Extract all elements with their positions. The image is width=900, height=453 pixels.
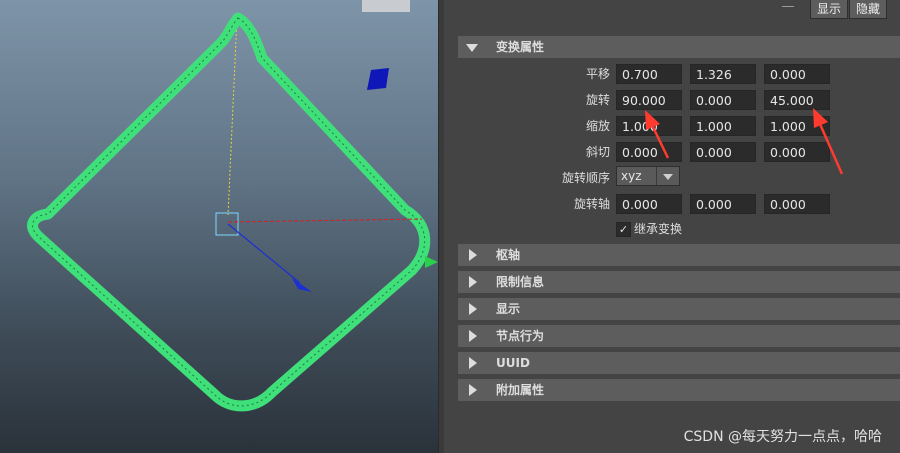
rotate-z-field[interactable]: 45.000 — [764, 90, 830, 110]
x-axis-line — [227, 218, 423, 223]
z-axis-arrow-icon[interactable] — [292, 278, 312, 292]
watermark: CSDN @每天努力一点点，哈哈 — [683, 429, 882, 445]
expand-triangle-icon — [469, 249, 477, 261]
viewport-scene — [27, 0, 438, 412]
y-axis-arrow-icon[interactable] — [425, 256, 438, 268]
expand-triangle-icon — [469, 357, 477, 369]
section-uuid[interactable]: UUID — [458, 352, 900, 374]
show-button[interactable]: 显示 — [810, 0, 848, 19]
scale-label: 缩放 — [585, 119, 610, 133]
dropdown-arrow-box[interactable] — [656, 167, 679, 185]
chevron-down-icon — [663, 174, 673, 180]
section-display-label: 显示 — [496, 302, 521, 316]
rotate-y-field[interactable]: 0.000 — [690, 90, 756, 110]
expand-triangle-icon — [469, 330, 477, 342]
section-limit-info-label: 限制信息 — [496, 275, 545, 289]
section-node-behavior-label: 节点行为 — [496, 329, 545, 343]
wireframe-curve-inner — [32, 17, 426, 407]
rotate-label: 旋转 — [585, 93, 610, 107]
rotate-x-field[interactable]: 90.000 — [616, 90, 682, 110]
z-axis-line — [227, 223, 301, 284]
rotate-order-label: 旋转顺序 — [561, 171, 610, 185]
rotate-axis-label: 旋转轴 — [573, 197, 610, 211]
section-node-behavior[interactable]: 节点行为 — [458, 325, 900, 347]
rotate-order-value: xyz — [621, 169, 642, 183]
viewport-3d[interactable] — [0, 0, 438, 453]
hide-button[interactable]: 隐藏 — [849, 0, 887, 19]
section-limit-info[interactable]: 限制信息 — [458, 271, 900, 293]
expand-triangle-icon — [469, 384, 477, 396]
section-transform[interactable]: 变换属性 — [458, 36, 900, 58]
rotate-axis-x-field[interactable]: 0.000 — [616, 194, 682, 214]
section-pivots-label: 枢轴 — [496, 248, 521, 262]
section-extra-attributes-label: 附加属性 — [496, 383, 545, 397]
rotate-axis-y-field[interactable]: 0.000 — [690, 194, 756, 214]
manipulator-center[interactable] — [215, 212, 239, 236]
translate-label: 平移 — [585, 67, 610, 81]
scale-y-field[interactable]: 1.000 — [690, 116, 756, 136]
shear-label: 斜切 — [585, 145, 610, 159]
section-uuid-label: UUID — [496, 356, 530, 370]
y-axis-line — [227, 17, 238, 216]
blue-cube — [367, 68, 389, 90]
translate-x-field[interactable]: 0.700 — [616, 64, 682, 84]
rotate-order-select[interactable]: xyz — [616, 166, 680, 186]
scene-object-top — [362, 0, 410, 12]
expand-triangle-icon — [469, 303, 477, 315]
section-transform-label: 变换属性 — [496, 40, 545, 54]
inherit-transform-label: 继承变换 — [634, 222, 683, 236]
scale-z-field[interactable]: 1.000 — [764, 116, 830, 136]
section-display[interactable]: 显示 — [458, 298, 900, 320]
inherit-transform-checkbox[interactable]: ✓ — [616, 222, 631, 237]
translate-y-field[interactable]: 1.326 — [690, 64, 756, 84]
menu-icon[interactable] — [782, 0, 794, 7]
expand-triangle-icon — [469, 276, 477, 288]
rotate-axis-z-field[interactable]: 0.000 — [764, 194, 830, 214]
shear-x-field[interactable]: 0.000 — [616, 142, 682, 162]
shear-y-field[interactable]: 0.000 — [690, 142, 756, 162]
collapse-triangle-icon — [466, 44, 478, 52]
section-extra-attributes[interactable]: 附加属性 — [458, 379, 900, 401]
scale-x-field[interactable]: 1.000 — [616, 116, 682, 136]
translate-z-field[interactable]: 0.000 — [764, 64, 830, 84]
attribute-editor: 显示 隐藏 变换属性 平移 0.700 1.326 0.000 旋转 90.00… — [444, 0, 900, 453]
wireframe-curve — [27, 12, 431, 412]
section-pivots[interactable]: 枢轴 — [458, 244, 900, 266]
shear-z-field[interactable]: 0.000 — [764, 142, 830, 162]
